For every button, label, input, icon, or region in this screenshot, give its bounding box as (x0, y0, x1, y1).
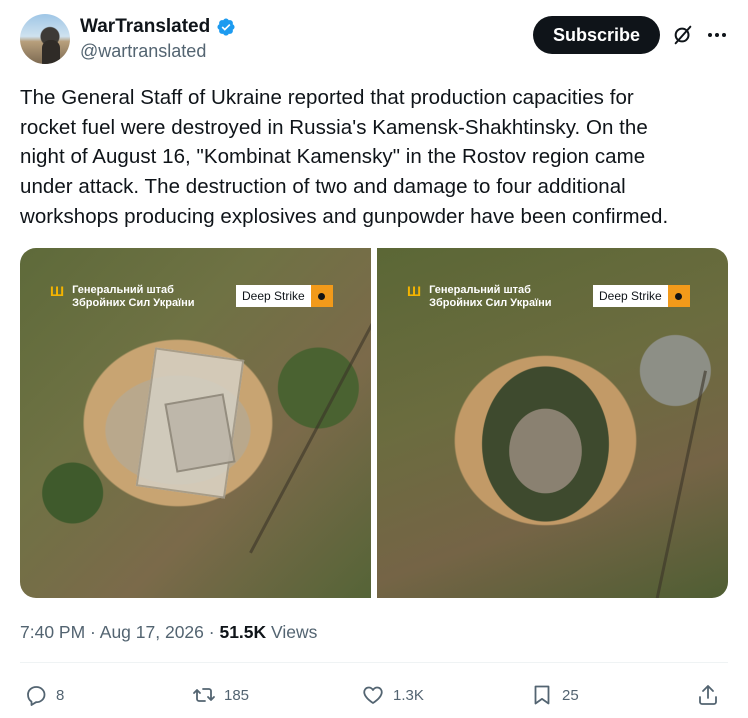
divider (20, 662, 728, 663)
deep-strike-label: Deep Strike (236, 285, 311, 307)
author-display-name[interactable]: WarTranslated (80, 16, 210, 38)
road-line (249, 322, 371, 554)
author-display-name-row[interactable]: WarTranslated (80, 16, 236, 38)
trident-icon: Ш (50, 283, 65, 299)
like-count: 1.3K (393, 686, 424, 704)
views-label: Views (271, 622, 318, 642)
deep-strike-label: Deep Strike (593, 285, 668, 307)
meta-separator: · (203, 622, 220, 642)
tweet-header: WarTranslated @wartranslated Subscribe (20, 14, 732, 66)
tweet-text: The General Staff of Ukraine reported th… (20, 86, 669, 228)
reply-button[interactable]: 8 (24, 678, 64, 712)
building-debris (164, 393, 236, 473)
bookmark-button[interactable]: 25 (530, 678, 579, 712)
general-staff-label: Генеральний штаб Збройних Сил України (429, 284, 552, 309)
more-icon[interactable] (706, 24, 728, 46)
satellite-photo-1[interactable]: Ш Генеральний штаб Збройних Сил України … (20, 248, 371, 598)
author-names: WarTranslated @wartranslated (80, 16, 236, 64)
tweet-meta: 7:40 PM · Aug 17, 2026 · 51.5K Views (20, 620, 317, 644)
deep-strike-dot-icon (310, 285, 333, 307)
tweet-media[interactable]: Ш Генеральний штаб Збройних Сил України … (20, 248, 728, 598)
grok-icon[interactable] (672, 24, 694, 46)
views-count: 51.5K (219, 622, 267, 642)
trident-icon: Ш (407, 283, 422, 299)
tweet-time[interactable]: 7:40 PM (20, 622, 85, 642)
general-staff-label: Генеральний штаб Збройних Сил України (72, 284, 195, 309)
like-button[interactable]: 1.3K (361, 678, 424, 712)
reply-icon (27, 686, 46, 706)
repost-count: 185 (224, 686, 250, 704)
action-bar: 8 185 1.3K 25 (20, 678, 728, 712)
reply-count: 8 (56, 686, 65, 704)
deep-strike-badge: Deep Strike (236, 285, 333, 307)
share-icon (699, 685, 717, 705)
verified-badge-icon (217, 18, 235, 36)
deep-strike-badge: Deep Strike (593, 285, 690, 307)
author-handle[interactable]: @wartranslated (80, 38, 236, 64)
avatar[interactable] (20, 14, 70, 64)
subscribe-button[interactable]: Subscribe (533, 16, 660, 54)
repost-icon (193, 688, 215, 702)
bookmark-count: 25 (562, 686, 579, 704)
bookmark-icon (534, 685, 550, 705)
heart-icon (363, 686, 383, 704)
share-button[interactable] (696, 678, 720, 712)
road-line (650, 370, 707, 598)
general-staff-logo: Ш Генеральний штаб Збройних Сил України (50, 284, 195, 310)
meta-separator: · (85, 622, 100, 642)
general-staff-logo: Ш Генеральний штаб Збройних Сил України (407, 284, 552, 310)
repost-button[interactable]: 185 (192, 678, 249, 712)
satellite-photo-2[interactable]: Ш Генеральний штаб Збройних Сил України … (377, 248, 728, 598)
tweet-date[interactable]: Aug 17, 2026 (100, 622, 204, 642)
deep-strike-dot-icon (667, 285, 690, 307)
